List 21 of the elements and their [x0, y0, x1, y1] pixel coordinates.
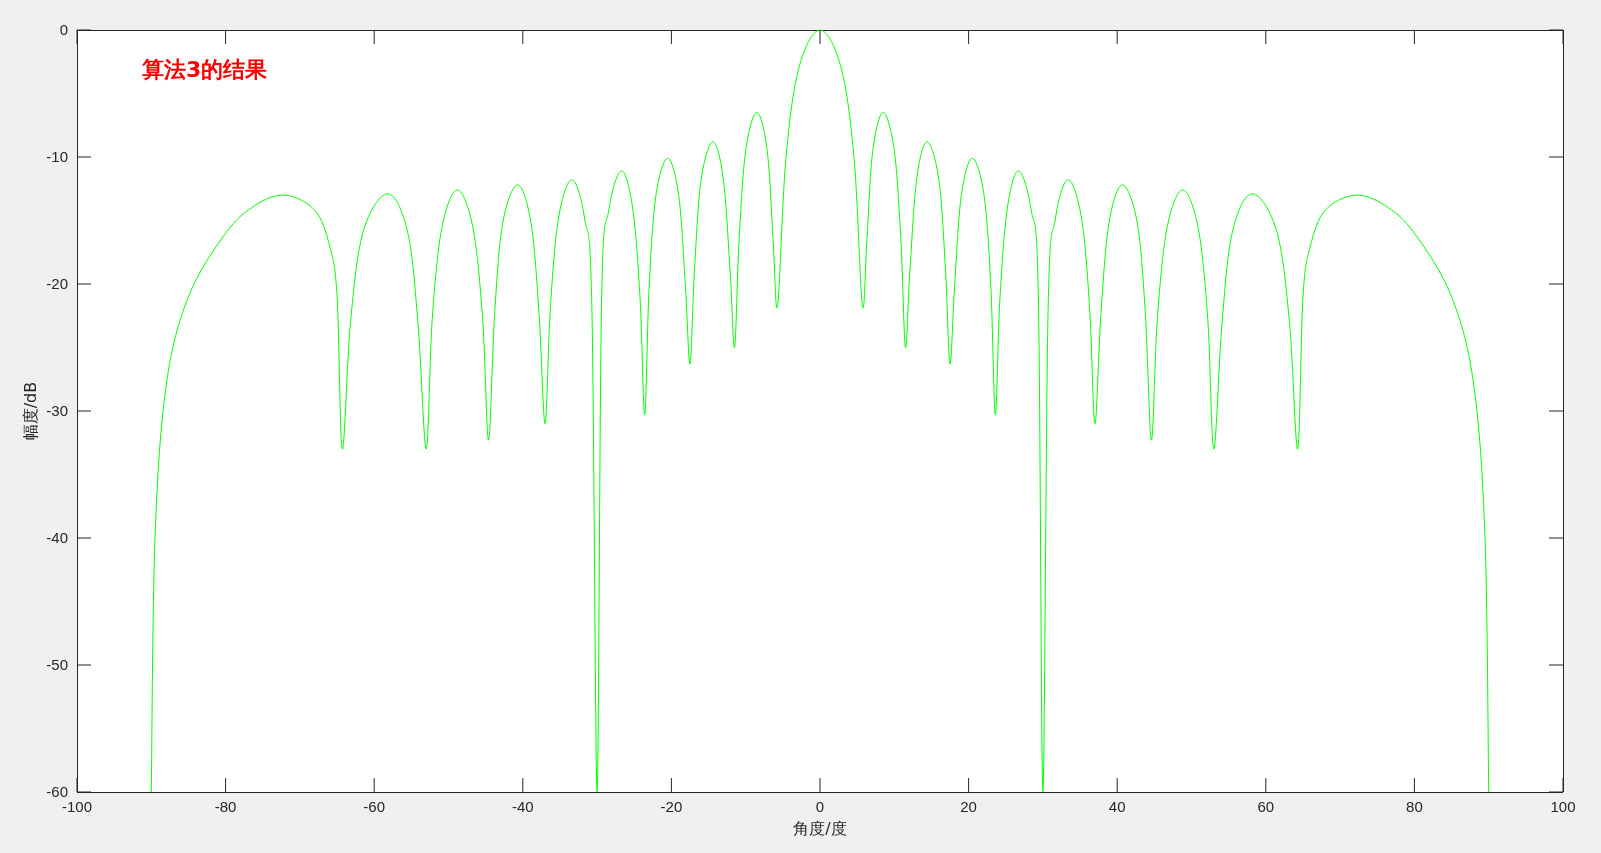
y-tick-label: 0	[59, 21, 68, 38]
x-tick-label: 40	[1108, 798, 1126, 815]
x-tick-label: -40	[511, 798, 534, 815]
x-tick-label: 20	[960, 798, 977, 815]
x-tick-label: 80	[1406, 798, 1423, 815]
y-tick-label: -60	[46, 783, 68, 800]
x-axis-label: 角度/度	[793, 819, 847, 838]
x-tick-label: -80	[214, 798, 237, 815]
annotation-text: 算法3的结果	[142, 57, 268, 82]
x-tick-label: -60	[363, 798, 386, 815]
y-tick-label: -10	[46, 148, 68, 165]
y-tick-label: -20	[46, 275, 68, 292]
x-tick-label: -20	[660, 798, 683, 815]
x-tick-label: 60	[1257, 798, 1275, 815]
x-tick-label: -100	[62, 798, 92, 815]
x-tick-label: 0	[815, 798, 825, 815]
y-tick-label: -50	[46, 656, 68, 673]
y-axis-label: 幅度/dB	[21, 381, 40, 441]
x-tick-label: 100	[1550, 798, 1576, 815]
y-tick-label: -40	[46, 529, 68, 546]
y-tick-label: -30	[46, 402, 68, 419]
